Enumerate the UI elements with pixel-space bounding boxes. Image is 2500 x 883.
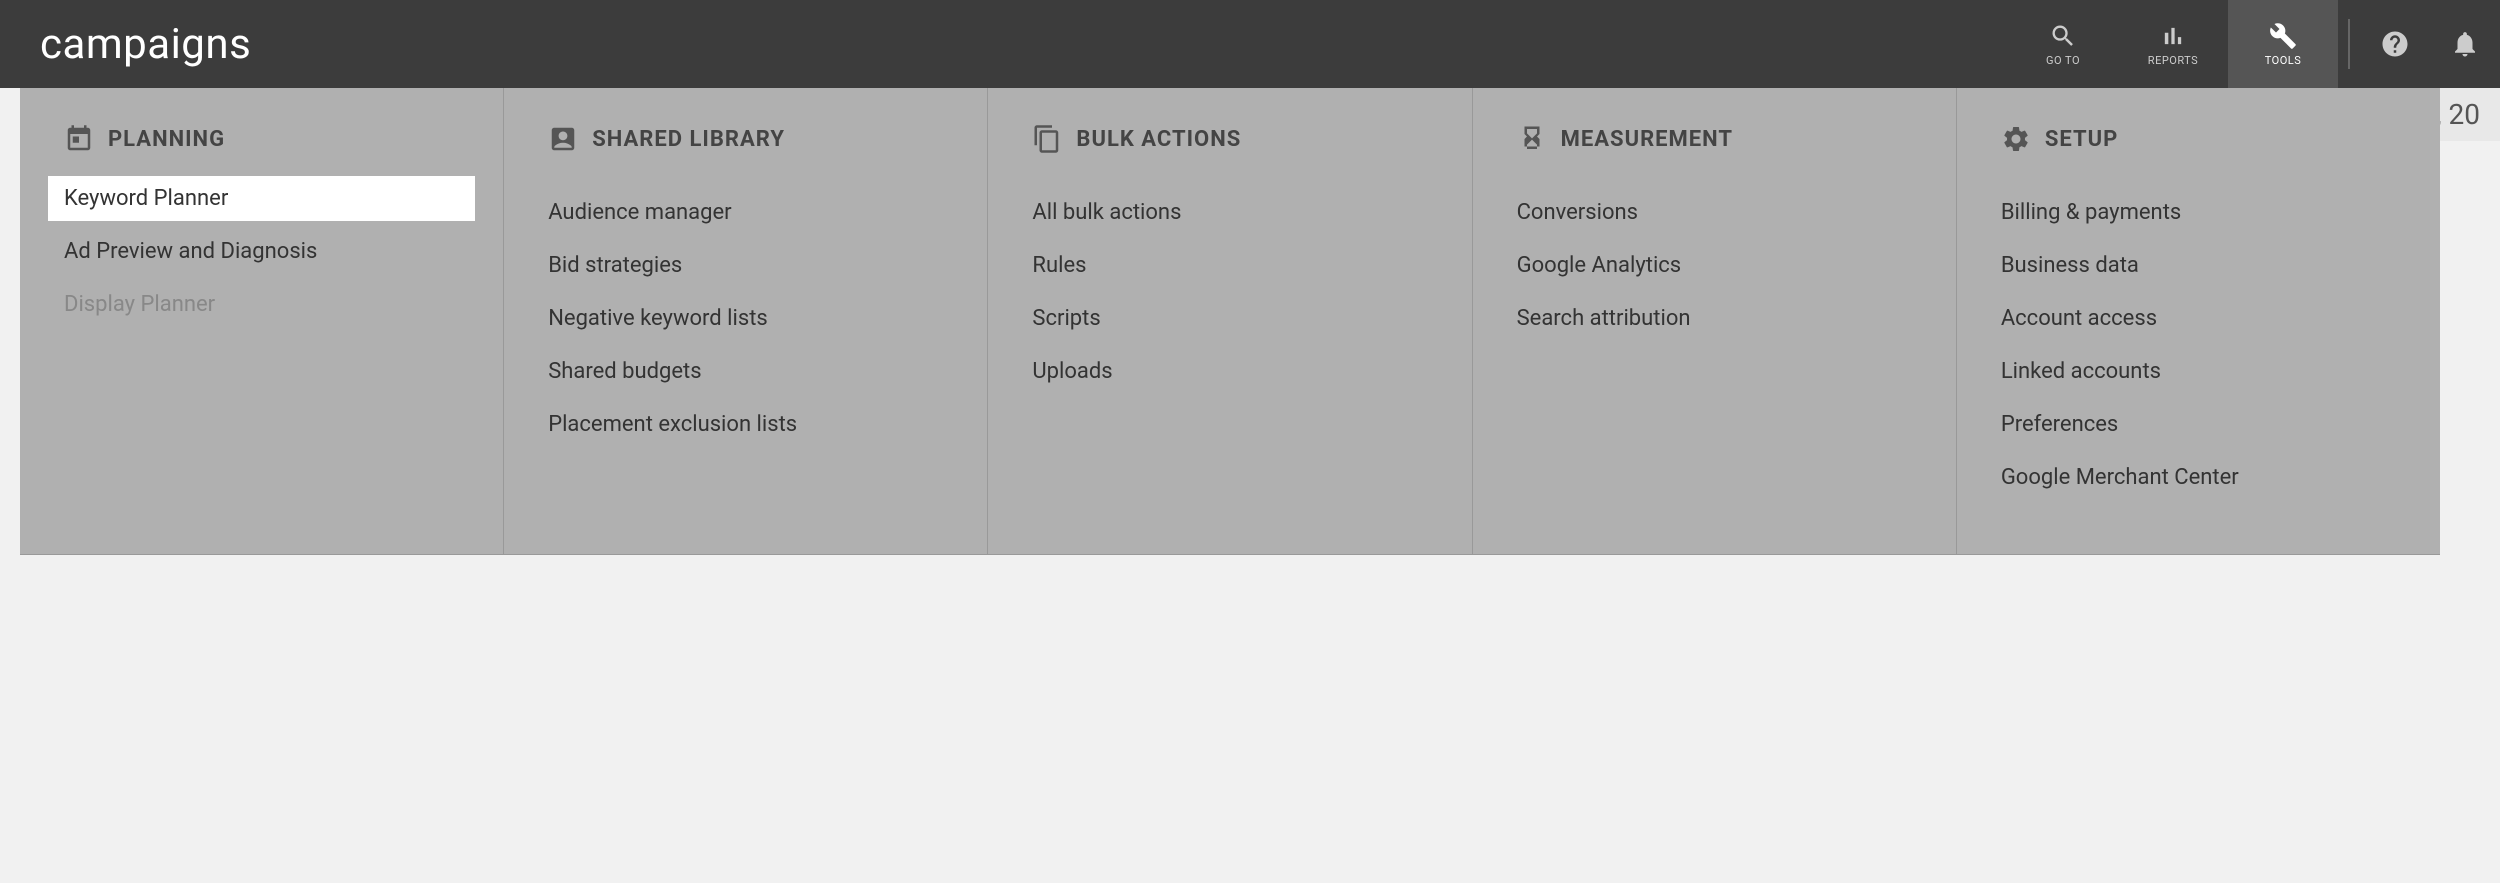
- bulk-actions-title: BULK ACTIONS: [1076, 127, 1241, 152]
- scripts-item[interactable]: Scripts: [1032, 292, 1427, 345]
- setup-header: SETUP: [2001, 124, 2396, 154]
- help-button[interactable]: [2360, 0, 2430, 88]
- shared-library-title: SHARED LIBRARY: [592, 127, 785, 152]
- tools-dropdown-menu: PLANNING Keyword Planner Ad Preview and …: [20, 88, 2440, 555]
- tools-button[interactable]: TOOLS: [2228, 0, 2338, 88]
- divider: [2348, 19, 2350, 69]
- search-icon: [2049, 22, 2077, 50]
- measurement-header: MEASUREMENT: [1517, 124, 1912, 154]
- bar-chart-icon: [2159, 22, 2187, 50]
- shared-budgets-item[interactable]: Shared budgets: [548, 345, 943, 398]
- bulk-icon: [1032, 124, 1062, 154]
- wrench-icon: [2269, 22, 2297, 50]
- shared-library-column: SHARED LIBRARY Audience manager Bid stra…: [504, 88, 988, 554]
- uploads-item[interactable]: Uploads: [1032, 345, 1427, 398]
- top-bar-icons: GO TO REPORTS TOOLS: [2008, 0, 2500, 88]
- bell-icon: [2450, 29, 2480, 59]
- reports-button[interactable]: REPORTS: [2118, 0, 2228, 88]
- bulk-actions-column: BULK ACTIONS All bulk actions Rules Scri…: [988, 88, 1472, 554]
- setup-column: SETUP Billing & payments Business data A…: [1957, 88, 2440, 554]
- planning-column: PLANNING Keyword Planner Ad Preview and …: [20, 88, 504, 554]
- notifications-button[interactable]: [2430, 0, 2500, 88]
- rules-item[interactable]: Rules: [1032, 239, 1427, 292]
- goto-button[interactable]: GO TO: [2008, 0, 2118, 88]
- linked-accounts-item[interactable]: Linked accounts: [2001, 345, 2396, 398]
- bulk-actions-header: BULK ACTIONS: [1032, 124, 1427, 154]
- keyword-planner-item[interactable]: Keyword Planner: [48, 176, 475, 221]
- search-attribution-item[interactable]: Search attribution: [1517, 292, 1912, 345]
- reports-label: REPORTS: [2148, 54, 2198, 67]
- measurement-column: MEASUREMENT Conversions Google Analytics…: [1473, 88, 1957, 554]
- ad-preview-item[interactable]: Ad Preview and Diagnosis: [64, 225, 459, 278]
- audience-manager-item[interactable]: Audience manager: [548, 186, 943, 239]
- google-analytics-item[interactable]: Google Analytics: [1517, 239, 1912, 292]
- top-bar: campaigns GO TO REPORTS TOOLS: [0, 0, 2500, 88]
- goto-label: GO TO: [2046, 54, 2080, 67]
- gear-icon: [2001, 124, 2031, 154]
- negative-keyword-lists-item[interactable]: Negative keyword lists: [548, 292, 943, 345]
- library-icon: [548, 124, 578, 154]
- preferences-item[interactable]: Preferences: [2001, 398, 2396, 451]
- calendar-icon: [64, 124, 94, 154]
- help-icon: [2380, 29, 2410, 59]
- placement-exclusion-lists-item[interactable]: Placement exclusion lists: [548, 398, 943, 451]
- all-bulk-actions-item[interactable]: All bulk actions: [1032, 186, 1427, 239]
- account-access-item[interactable]: Account access: [2001, 292, 2396, 345]
- planning-title: PLANNING: [108, 127, 225, 152]
- shared-library-header: SHARED LIBRARY: [548, 124, 943, 154]
- google-merchant-center-item[interactable]: Google Merchant Center: [2001, 451, 2396, 504]
- conversions-item[interactable]: Conversions: [1517, 186, 1912, 239]
- setup-title: SETUP: [2045, 127, 2118, 152]
- display-planner-item: Display Planner: [64, 278, 459, 331]
- business-data-item[interactable]: Business data: [2001, 239, 2396, 292]
- measurement-title: MEASUREMENT: [1561, 127, 1733, 152]
- billing-payments-item[interactable]: Billing & payments: [2001, 186, 2396, 239]
- tools-label: TOOLS: [2265, 54, 2302, 67]
- planning-header: PLANNING: [64, 124, 459, 154]
- hourglass-icon: [1517, 124, 1547, 154]
- bid-strategies-item[interactable]: Bid strategies: [548, 239, 943, 292]
- page-title: campaigns: [40, 20, 251, 69]
